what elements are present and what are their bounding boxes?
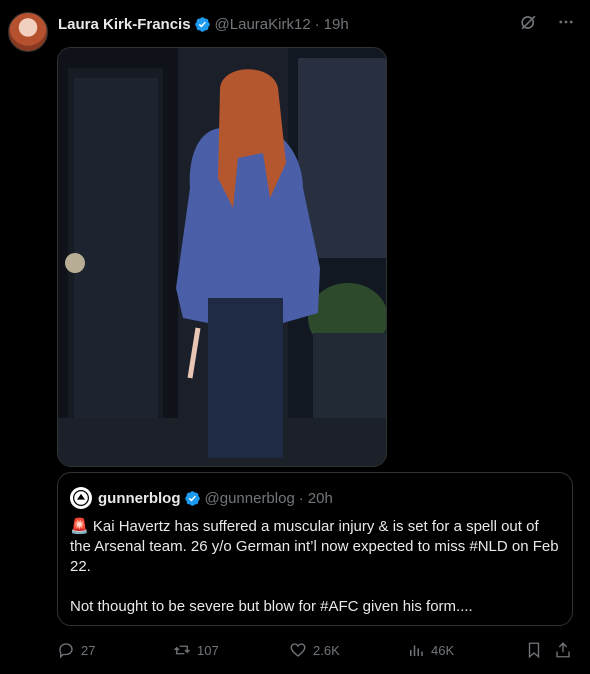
quoted-author-name: gunnerblog [98, 489, 181, 507]
quoted-verified-badge-icon [184, 490, 201, 507]
reply-button[interactable]: 27 [57, 641, 95, 659]
repost-count: 107 [197, 642, 219, 658]
quoted-tweet[interactable]: gunnerblog @gunnerblog · 20h 🚨 Kai Haver… [57, 472, 573, 626]
tweet-time[interactable]: 19h [324, 16, 349, 33]
quoted-author-avatar [70, 487, 92, 509]
grok-icon[interactable] [518, 12, 538, 32]
separator-dot: · [314, 15, 320, 33]
views-count: 46K [431, 642, 455, 658]
siren-emoji: 🚨 [70, 518, 89, 535]
views-icon [410, 645, 423, 656]
author-handle[interactable]: @LauraKirk12 [215, 16, 311, 33]
author-avatar[interactable] [8, 12, 48, 52]
views-button[interactable]: 46K [407, 641, 454, 659]
bookmark-icon [528, 642, 540, 659]
author-name[interactable]: Laura Kirk-Francis [58, 16, 191, 33]
quoted-tweet-text: 🚨 Kai Havertz has suffered a muscular in… [70, 517, 562, 617]
quoted-tweet-header: gunnerblog @gunnerblog · 20h [70, 487, 333, 509]
like-button[interactable]: 2.6K [289, 641, 340, 659]
share-button[interactable] [554, 641, 572, 659]
tweet-actions-bar: 27 107 2.6K 46K [57, 641, 577, 663]
reply-count: 27 [81, 642, 96, 658]
tweet-header: Laura Kirk-Francis @LauraKirk12 · 19h [58, 14, 349, 34]
reply-icon [59, 643, 73, 659]
tweet-top-actions [518, 12, 576, 32]
verified-badge-icon[interactable] [194, 16, 211, 33]
quoted-tweet-line1: 🚨 Kai Havertz has suffered a muscular in… [70, 517, 562, 577]
repost-icon [174, 645, 190, 655]
quoted-tweet-line2: Not thought to be severe but blow for #A… [70, 598, 473, 615]
quoted-author-handle: @gunnerblog [204, 489, 295, 507]
tweet-photo[interactable] [57, 47, 387, 467]
quoted-tweet-line1-text: Kai Havertz has suffered a muscular inju… [70, 518, 559, 575]
share-icon [556, 642, 570, 658]
repost-button[interactable]: 107 [173, 641, 219, 659]
more-icon[interactable] [556, 12, 576, 32]
bookmark-button[interactable] [525, 641, 543, 659]
like-count: 2.6K [313, 642, 340, 658]
quoted-tweet-time: 20h [307, 489, 333, 507]
like-icon [290, 643, 306, 657]
quoted-separator-dot: · [298, 489, 304, 507]
